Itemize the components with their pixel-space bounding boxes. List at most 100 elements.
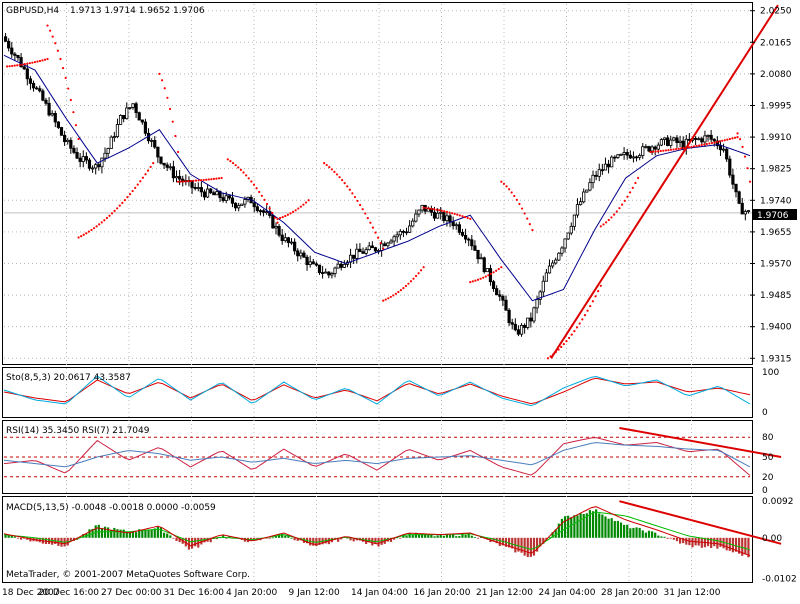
sar-dot <box>560 345 563 349</box>
candle-body <box>314 263 318 266</box>
sar-dot <box>131 189 134 193</box>
candle-body <box>439 211 443 214</box>
sar-dot <box>409 280 413 283</box>
sar-dot <box>570 333 573 336</box>
candle-body <box>582 191 586 203</box>
macd-histogram-bar <box>156 526 159 538</box>
sar-dot <box>141 176 145 179</box>
candle-body <box>97 164 101 168</box>
macd-histogram-bar <box>473 537 477 538</box>
sar-dot <box>500 266 503 269</box>
sar-dot <box>202 178 205 182</box>
candle-body <box>436 212 440 219</box>
macd-histogram-bar <box>601 514 604 538</box>
candle-body <box>174 176 179 179</box>
candle-body <box>7 40 11 49</box>
sar-dot <box>276 217 279 220</box>
sar-dot <box>438 209 441 212</box>
candle-body <box>622 152 626 155</box>
sar-dot <box>613 213 616 216</box>
candle-body <box>261 210 266 213</box>
sar-dot <box>54 42 57 45</box>
sar-dot <box>149 165 152 169</box>
sar-dot <box>469 217 472 220</box>
candle-body <box>495 288 499 296</box>
time-tick-label: 16 Jan 20:00 <box>414 588 471 598</box>
candle-body <box>87 159 92 169</box>
sar-dot <box>451 212 454 215</box>
candle-body <box>370 245 374 249</box>
sar-dot <box>237 166 240 169</box>
time-tick-label: 27 Dec 00:00 <box>101 588 162 598</box>
candle-body <box>544 272 549 282</box>
macd-histogram-bar <box>122 529 125 538</box>
sar-dot <box>708 142 711 145</box>
sar-dot <box>443 210 446 213</box>
candle-body <box>473 245 477 251</box>
sar-dot <box>435 208 438 211</box>
candle-body <box>321 272 325 274</box>
candle-body <box>498 294 502 297</box>
candle-body <box>460 231 465 236</box>
sar-dot <box>466 216 469 220</box>
sar-dot <box>705 142 708 146</box>
candle-body <box>165 164 169 168</box>
sar-dot <box>192 179 195 182</box>
sar-dot <box>245 174 248 177</box>
candle-body <box>125 107 129 120</box>
sar-dot <box>578 322 581 325</box>
sar-dot <box>333 170 336 173</box>
sar-dot <box>67 87 70 90</box>
macd-histogram-bar <box>579 513 582 538</box>
candle-body <box>28 78 33 84</box>
candle-body <box>50 113 54 116</box>
candle-body <box>547 265 552 274</box>
candle-body <box>606 163 611 168</box>
candle-body <box>271 215 275 229</box>
sar-dot <box>387 297 390 300</box>
candle-body <box>411 220 415 227</box>
sar-dot <box>41 59 44 62</box>
sar-dot <box>456 213 459 216</box>
sar-dot <box>281 215 284 219</box>
macd-histogram-bar <box>623 524 626 538</box>
macd-histogram-bar <box>610 518 613 538</box>
sar-dot <box>108 214 111 217</box>
sar-dot <box>258 190 261 194</box>
sar-dot <box>80 235 83 238</box>
candle-body <box>389 240 393 244</box>
sar-dot <box>700 143 703 147</box>
candle-body <box>224 195 228 201</box>
candle-body <box>16 54 20 58</box>
sar-dot <box>621 203 624 206</box>
macd-histogram-bar <box>19 537 23 540</box>
candle-body <box>650 146 654 152</box>
sar-dot <box>728 137 731 141</box>
time-tick-label: 24 Jan 04:00 <box>539 588 596 598</box>
macd-histogram-bar <box>635 527 638 538</box>
time-tick-label: 31 Jan 12:00 <box>664 588 721 598</box>
candle-body <box>718 145 723 151</box>
sar-dot <box>731 137 734 140</box>
candle-body <box>193 187 197 189</box>
candle-body <box>616 154 620 158</box>
candle-body <box>215 191 219 196</box>
sar-dot <box>6 65 9 68</box>
sar-dot <box>618 207 621 210</box>
macd-histogram-bar <box>399 537 402 539</box>
price-tick-label: 1.9825 <box>760 165 792 175</box>
candle-body <box>31 82 36 89</box>
sar-dot <box>476 278 480 281</box>
candle-body <box>159 156 163 164</box>
candle-body <box>516 329 521 335</box>
stochastic-header: Sto(8,5,3) 20.0617 43.3587 <box>6 373 131 383</box>
current-price-label: 1.9706 <box>757 211 789 221</box>
candle-body <box>150 140 154 142</box>
candle-body <box>286 237 291 244</box>
candle-body <box>563 238 567 249</box>
sar-dot <box>500 180 503 183</box>
sar-dot <box>90 228 93 232</box>
macd-histogram-bar <box>629 528 632 538</box>
sar-dot <box>599 225 602 228</box>
sar-dot <box>736 132 739 135</box>
